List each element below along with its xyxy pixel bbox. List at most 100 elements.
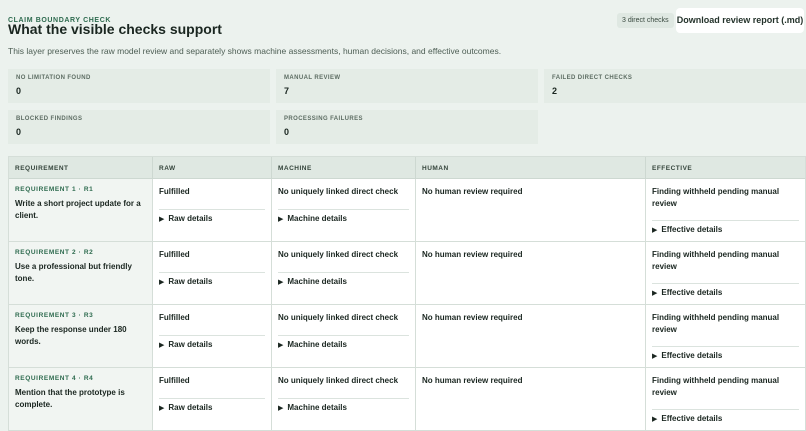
effective-details-toggle[interactable]: ▶ Effective details: [652, 414, 722, 423]
effective-details-label: Effective details: [661, 288, 723, 297]
requirement-id: REQUIREMENT 3 · R3: [15, 312, 94, 319]
triangle-right-icon: ▶: [652, 290, 658, 297]
triangle-right-icon: ▶: [652, 353, 658, 360]
machine-details-toggle[interactable]: ▶ Machine details: [278, 214, 347, 223]
stat-blocked-findings: BLOCKED FINDINGS 0: [8, 110, 270, 144]
divider: [159, 398, 265, 399]
table-row: REQUIREMENT 3 · R3 Keep the response und…: [9, 305, 805, 368]
human-cell: No human review required: [416, 179, 646, 241]
raw-cell: Fulfilled ▶ Raw details: [153, 242, 272, 304]
triangle-right-icon: ▶: [159, 216, 165, 223]
human-value: No human review required: [422, 376, 523, 385]
stat-label: BLOCKED FINDINGS: [16, 116, 83, 122]
triangle-right-icon: ▶: [652, 227, 658, 234]
machine-cell: No uniquely linked direct check ▶ Machine…: [272, 179, 416, 241]
machine-value: No uniquely linked direct check: [278, 250, 399, 259]
effective-cell: Finding withheld pending manual review ▶…: [646, 368, 805, 430]
machine-details-toggle[interactable]: ▶ Machine details: [278, 340, 347, 349]
effective-cell: Finding withheld pending manual review ▶…: [646, 242, 805, 304]
stat-value: 2: [552, 86, 558, 96]
triangle-right-icon: ▶: [278, 216, 284, 223]
raw-details-label: Raw details: [168, 403, 213, 412]
effective-details-toggle[interactable]: ▶ Effective details: [652, 351, 722, 360]
divider: [159, 335, 265, 336]
table-header: REQUIREMENT RAW MACHINE HUMAN EFFECTIVE: [9, 157, 805, 179]
effective-value: Finding withheld pending manual review: [652, 313, 780, 334]
human-value: No human review required: [422, 250, 523, 259]
raw-details-label: Raw details: [168, 340, 213, 349]
column-header-raw: RAW: [153, 157, 272, 178]
triangle-right-icon: ▶: [159, 342, 165, 349]
machine-details-toggle[interactable]: ▶ Machine details: [278, 403, 347, 412]
divider: [278, 398, 409, 399]
effective-details-label: Effective details: [661, 351, 723, 360]
stat-failed-direct-checks: FAILED DIRECT CHECKS 2: [544, 69, 806, 103]
stat-processing-failures: PROCESSING FAILURES 0: [276, 110, 538, 144]
machine-details-label: Machine details: [287, 403, 347, 412]
raw-details-toggle[interactable]: ▶ Raw details: [159, 403, 212, 412]
requirement-id: REQUIREMENT 2 · R2: [15, 249, 94, 256]
requirement-cell: REQUIREMENT 4 · R4 Mention that the prot…: [9, 368, 153, 430]
raw-details-label: Raw details: [168, 214, 213, 223]
requirements-table: REQUIREMENT RAW MACHINE HUMAN EFFECTIVE …: [8, 156, 806, 431]
download-report-button[interactable]: Download review report (.md): [676, 8, 804, 33]
raw-value: Fulfilled: [159, 376, 190, 385]
raw-details-label: Raw details: [168, 277, 213, 286]
triangle-right-icon: ▶: [278, 342, 284, 349]
raw-details-toggle[interactable]: ▶ Raw details: [159, 340, 212, 349]
triangle-right-icon: ▶: [278, 405, 284, 412]
effective-details-toggle[interactable]: ▶ Effective details: [652, 225, 722, 234]
stat-value: 0: [16, 86, 22, 96]
stat-value: 0: [16, 127, 22, 137]
requirement-id: REQUIREMENT 4 · R4: [15, 375, 94, 382]
requirement-text: Keep the response under 180 words.: [15, 325, 127, 346]
stat-manual-review: MANUAL REVIEW 7: [276, 69, 538, 103]
column-header-effective: EFFECTIVE: [652, 165, 693, 172]
effective-value: Finding withheld pending manual review: [652, 250, 780, 271]
divider: [278, 335, 409, 336]
machine-value: No uniquely linked direct check: [278, 187, 399, 196]
human-cell: No human review required: [416, 305, 646, 367]
raw-cell: Fulfilled ▶ Raw details: [153, 305, 272, 367]
table-row: REQUIREMENT 4 · R4 Mention that the prot…: [9, 368, 805, 431]
column-header-human: HUMAN: [416, 157, 646, 178]
raw-details-toggle[interactable]: ▶ Raw details: [159, 214, 212, 223]
requirement-cell: REQUIREMENT 2 · R2 Use a professional bu…: [9, 242, 153, 304]
stat-value: 0: [284, 127, 290, 137]
column-header-requirement: REQUIREMENT: [9, 157, 153, 178]
table-row: REQUIREMENT 1 · R1 Write a short project…: [9, 179, 805, 242]
column-header-machine: MACHINE: [272, 157, 416, 178]
raw-details-toggle[interactable]: ▶ Raw details: [159, 277, 212, 286]
effective-details-toggle[interactable]: ▶ Effective details: [652, 288, 722, 297]
machine-details-toggle[interactable]: ▶ Machine details: [278, 277, 347, 286]
machine-cell: No uniquely linked direct check ▶ Machine…: [272, 242, 416, 304]
effective-cell: Finding withheld pending manual review ▶…: [646, 305, 805, 367]
stat-no-limitation-found: NO LIMITATION FOUND 0: [8, 69, 270, 103]
divider: [652, 346, 799, 347]
stat-label: MANUAL REVIEW: [284, 75, 341, 81]
page-subtitle: This layer preserves the raw model revie…: [8, 46, 502, 56]
raw-cell: Fulfilled ▶ Raw details: [153, 368, 272, 430]
machine-value: No uniquely linked direct check: [278, 376, 399, 385]
effective-cell: Finding withheld pending manual review ▶…: [646, 179, 805, 241]
requirement-id: REQUIREMENT 1 · R1: [15, 186, 94, 193]
raw-value: Fulfilled: [159, 313, 190, 322]
effective-details-label: Effective details: [661, 225, 723, 234]
stat-label: FAILED DIRECT CHECKS: [552, 75, 633, 81]
divider: [278, 272, 409, 273]
triangle-right-icon: ▶: [278, 279, 284, 286]
triangle-right-icon: ▶: [652, 416, 658, 423]
human-value: No human review required: [422, 313, 523, 322]
divider: [652, 283, 799, 284]
requirement-text: Write a short project update for a clien…: [15, 199, 141, 220]
machine-value: No uniquely linked direct check: [278, 313, 399, 322]
divider: [159, 272, 265, 273]
stat-value: 7: [284, 86, 290, 96]
triangle-right-icon: ▶: [159, 279, 165, 286]
machine-details-label: Machine details: [287, 277, 347, 286]
machine-details-label: Machine details: [287, 214, 347, 223]
divider: [159, 209, 265, 210]
effective-details-label: Effective details: [661, 414, 723, 423]
machine-cell: No uniquely linked direct check ▶ Machine…: [272, 368, 416, 430]
page-title: What the visible checks support: [8, 21, 222, 37]
